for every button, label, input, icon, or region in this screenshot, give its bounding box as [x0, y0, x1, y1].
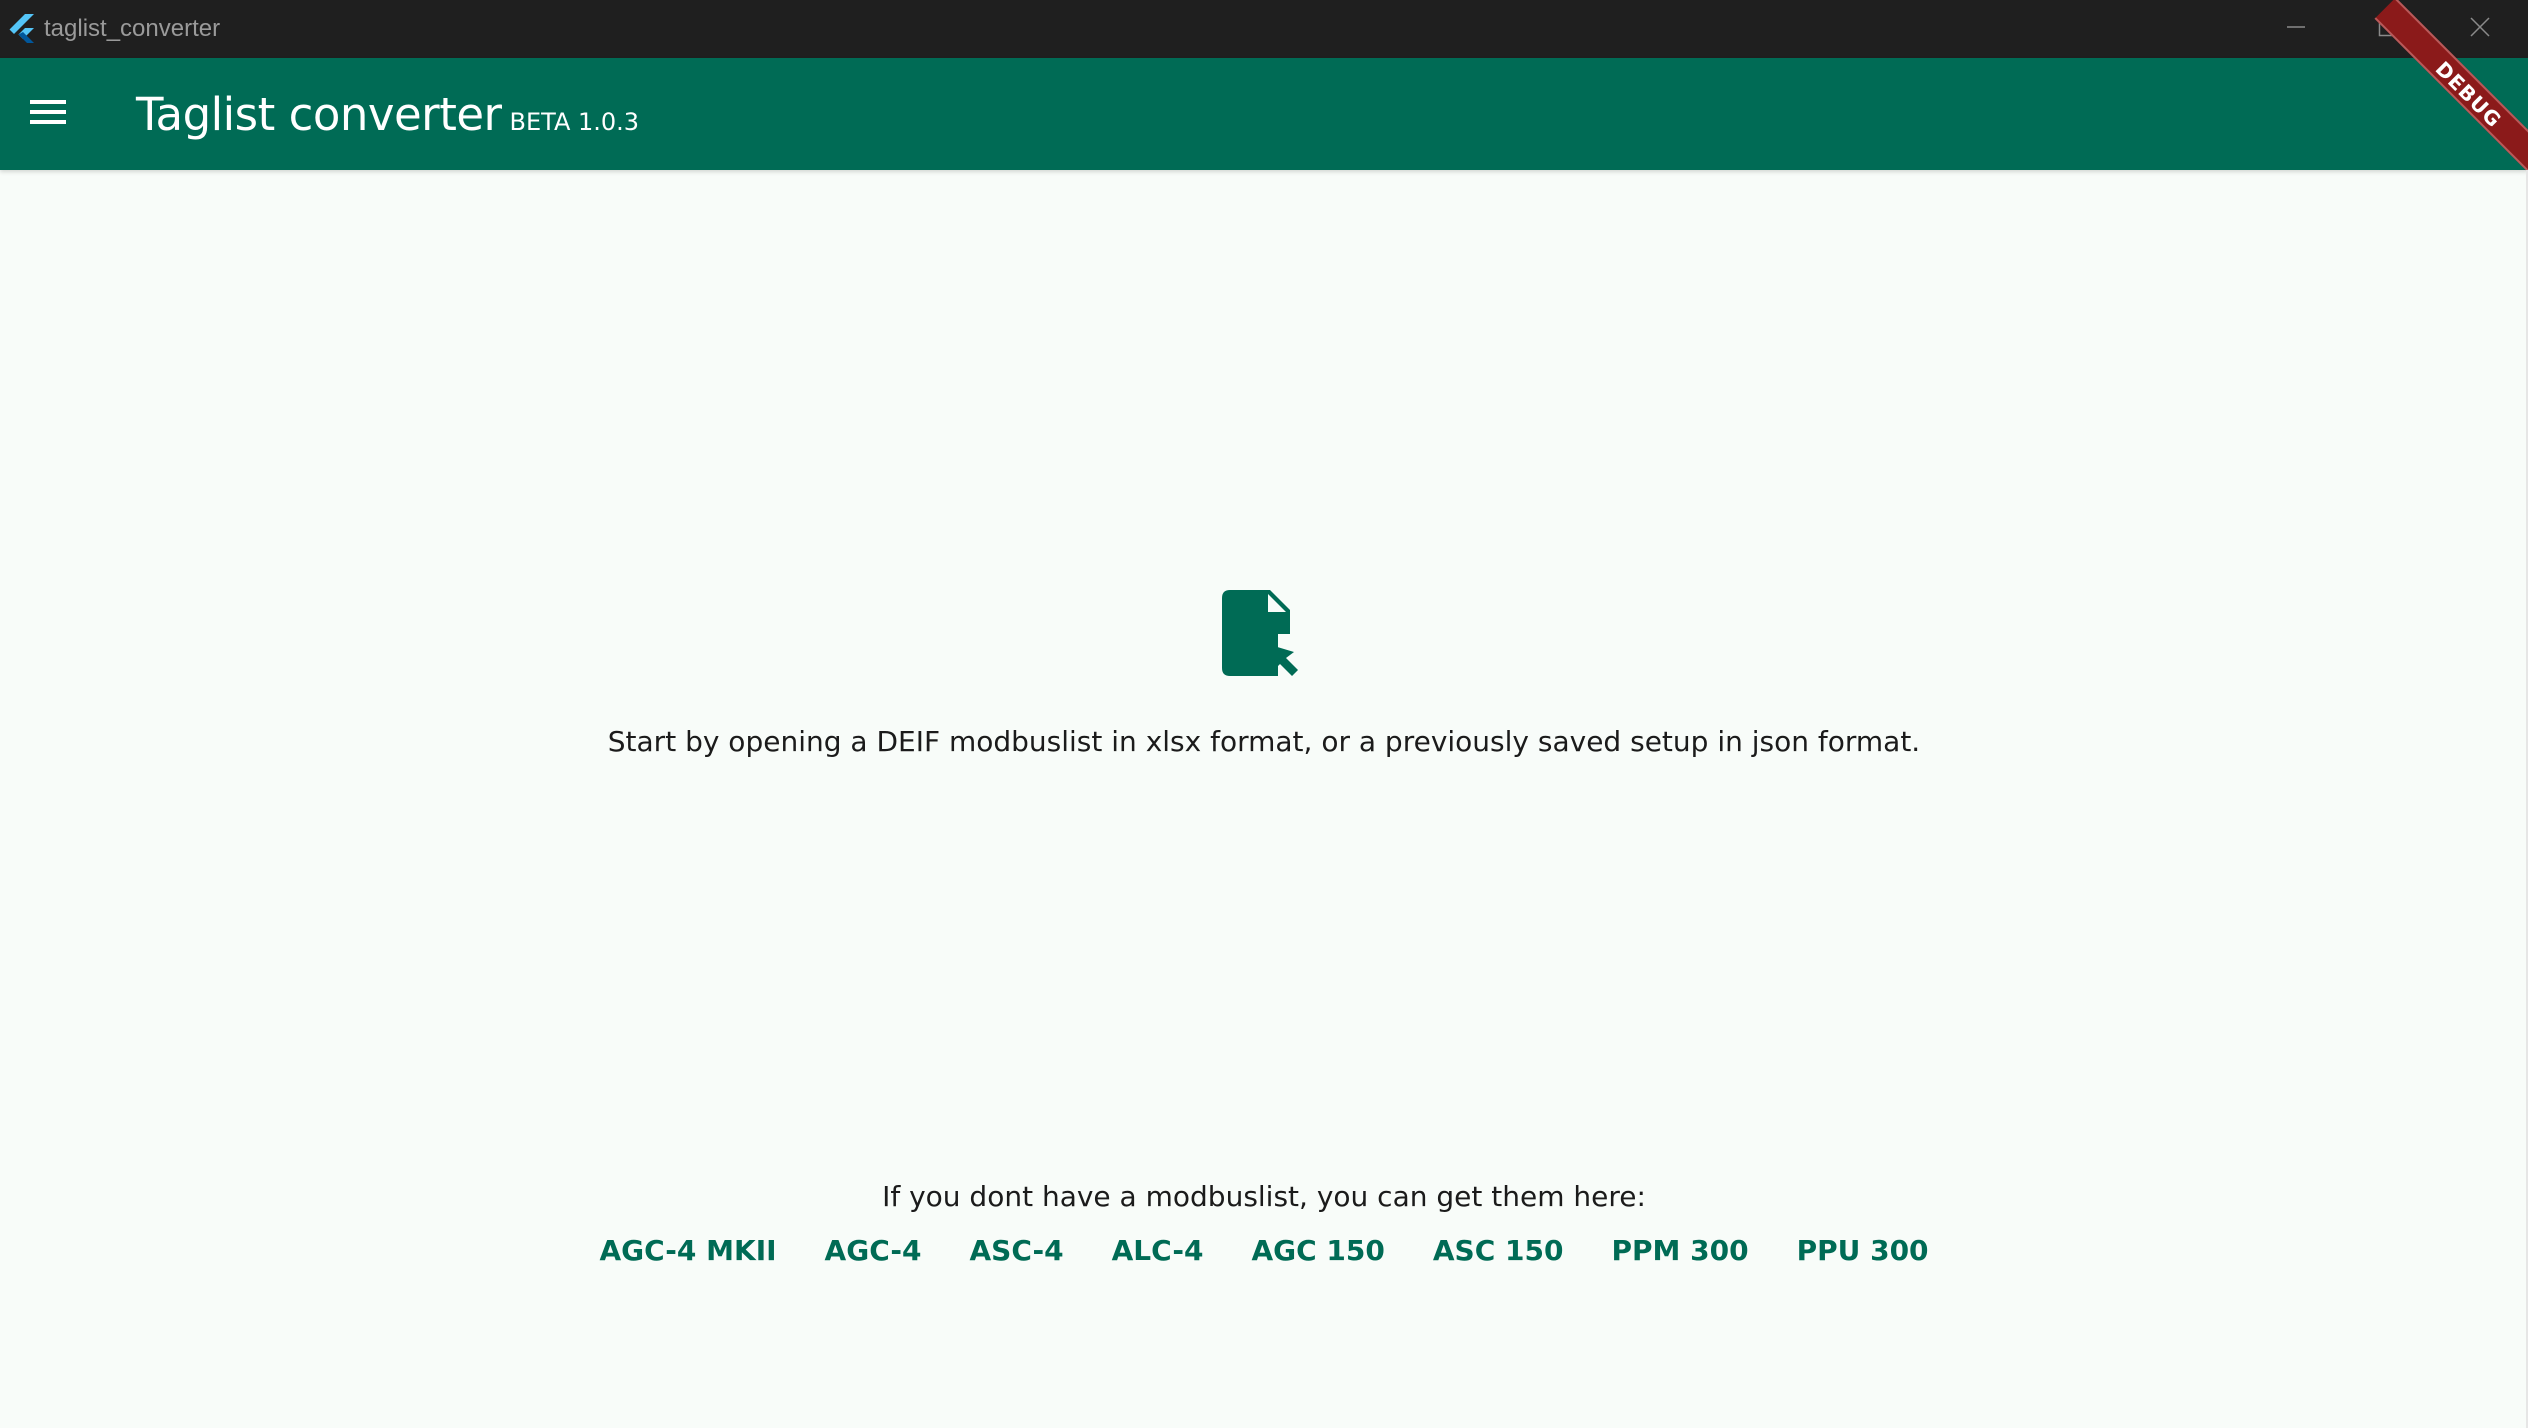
link-agc4[interactable]: AGC-4	[801, 1228, 946, 1273]
app-version: BETA 1.0.3	[509, 108, 640, 136]
app-window: taglist_converter Taglist converter BETA…	[0, 0, 2528, 1428]
file-open-icon[interactable]	[1222, 590, 1306, 676]
app-title: Taglist converter BETA 1.0.3	[136, 88, 639, 144]
link-agc4-mkii[interactable]: AGC-4 MKII	[575, 1228, 800, 1273]
link-ppu300[interactable]: PPU 300	[1773, 1228, 1953, 1273]
link-alc4[interactable]: ALC-4	[1088, 1228, 1228, 1273]
minimize-button[interactable]	[2250, 0, 2342, 58]
menu-button[interactable]	[16, 82, 80, 146]
modbuslist-links: AGC-4 MKII AGC-4 ASC-4 ALC-4 AGC 150 ASC…	[0, 1228, 2528, 1273]
link-asc4[interactable]: ASC-4	[946, 1228, 1088, 1273]
flutter-logo-icon	[8, 14, 36, 44]
get-modbuslist-text: If you dont have a modbuslist, you can g…	[882, 1180, 1646, 1213]
link-asc150[interactable]: ASC 150	[1409, 1228, 1588, 1273]
link-agc150[interactable]: AGC 150	[1227, 1228, 1408, 1273]
close-icon	[2469, 16, 2491, 43]
menu-icon	[29, 97, 67, 132]
app-title-text: Taglist converter	[136, 88, 502, 141]
window-titlebar[interactable]: taglist_converter	[0, 0, 2528, 58]
instruction-text: Start by opening a DEIF modbuslist in xl…	[607, 725, 1921, 758]
minimize-icon	[2285, 16, 2307, 43]
link-ppm300[interactable]: PPM 300	[1587, 1228, 1772, 1273]
app-bar: Taglist converter BETA 1.0.3	[0, 58, 2528, 170]
window-title: taglist_converter	[44, 15, 221, 42]
